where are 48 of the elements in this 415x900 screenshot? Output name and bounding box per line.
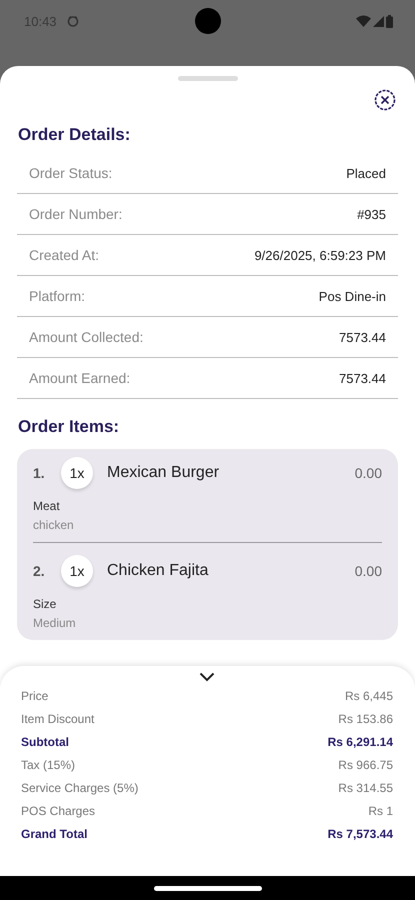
item-name: Chicken Fajita — [107, 562, 208, 580]
summary-label: Grand Total — [21, 826, 88, 840]
detail-label: Created At: — [29, 247, 100, 263]
detail-label: Amount Earned: — [29, 370, 130, 386]
detail-label: Order Number: — [29, 206, 122, 222]
summary-label: Price — [21, 688, 48, 702]
summary-value: Rs 966.75 — [338, 758, 393, 772]
detail-value: 7573.44 — [339, 370, 386, 386]
option-value: chicken — [33, 518, 75, 532]
detail-value: Placed — [346, 166, 386, 180]
option-name: Size — [33, 597, 58, 611]
detail-label: Order Status: — [29, 165, 112, 181]
detail-label: Amount Collected: — [29, 329, 144, 345]
summary-value: Rs 1 — [368, 804, 393, 818]
summary-label: Service Charges (5%) — [21, 780, 138, 794]
summary-label: Tax (15%) — [21, 758, 76, 772]
item-price: 0.00 — [354, 563, 382, 579]
detail-value: 7573.44 — [339, 330, 386, 344]
section-heading: Order Details: — [18, 125, 132, 145]
quantity-badge: 1x — [61, 555, 93, 587]
item-number: 1. — [33, 465, 46, 481]
section-heading: Order Items: — [18, 417, 120, 437]
signal-icon — [373, 16, 384, 26]
summary-value: Rs 6,291.14 — [328, 734, 393, 748]
detail-value: 9/26/2025, 6:59:23 PM — [254, 248, 386, 262]
summary-label: Subtotal — [21, 734, 69, 748]
detail-value: Pos Dine-in — [318, 288, 386, 304]
option-value: Medium — [33, 616, 77, 630]
option-name: Meat — [33, 499, 61, 513]
chevron-down-icon[interactable] — [199, 672, 215, 682]
home-indicator[interactable] — [154, 886, 262, 890]
close-button[interactable] — [374, 89, 396, 111]
detail-value: #935 — [357, 206, 386, 222]
summary-value: Rs 7,573.44 — [328, 826, 393, 840]
summary-label: POS Charges — [21, 804, 96, 818]
battery-icon — [386, 14, 393, 28]
drag-handle[interactable] — [178, 76, 238, 81]
camera-cutout — [195, 8, 221, 34]
item-price: 0.00 — [354, 465, 382, 481]
quantity-badge: 1x — [61, 457, 93, 489]
summary-label: Item Discount — [21, 712, 94, 726]
summary-value: Rs 314.55 — [338, 780, 393, 794]
item-name: Mexican Burger — [107, 464, 220, 482]
detail-label: Platform: — [29, 288, 86, 304]
wifi-icon — [356, 15, 371, 27]
summary-value: Rs 153.86 — [338, 712, 393, 726]
summary-value: Rs 6,445 — [344, 688, 393, 702]
item-number: 2. — [33, 563, 46, 579]
